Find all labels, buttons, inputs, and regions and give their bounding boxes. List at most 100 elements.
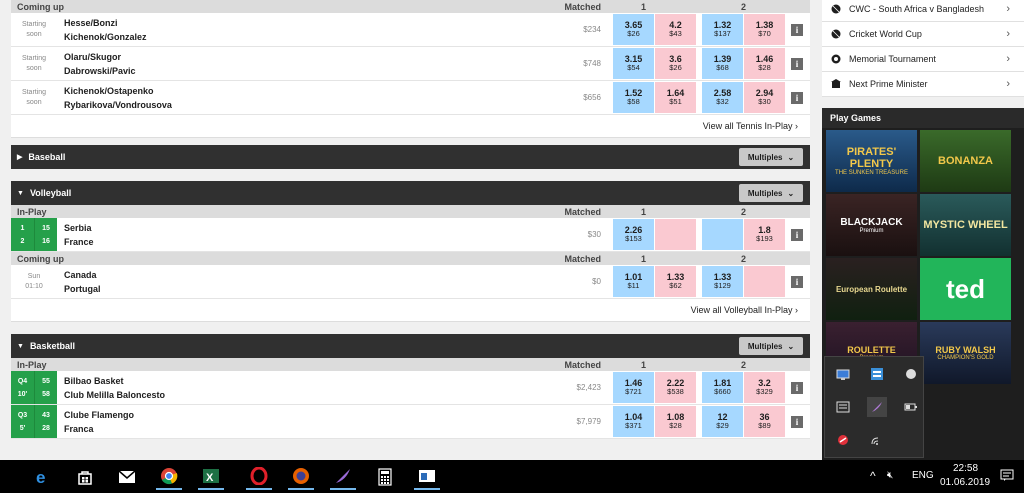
feather-app-icon[interactable] — [867, 397, 887, 417]
back-odds-cell[interactable]: 3.15 $54 — [613, 48, 654, 79]
away-team[interactable]: Portugal — [64, 282, 101, 296]
home-team[interactable]: Serbia — [64, 221, 94, 235]
back-odds-cell[interactable]: 1.46 $721 — [613, 372, 654, 403]
back-odds-cell[interactable]: 1.32 $137 — [702, 14, 743, 45]
sidebar-item-1[interactable]: Cricket World Cup › — [822, 22, 1024, 47]
back-odds-cell[interactable]: 1.81 $660 — [702, 372, 743, 403]
view-all-tennis-label[interactable]: View all Tennis In-Play › — [703, 121, 798, 131]
home-team[interactable]: Kichenok/Ostapenko — [64, 84, 172, 98]
speaker-muted-icon[interactable]: 🔇︎ — [887, 470, 893, 481]
back-odds-cell[interactable]: 3.65 $26 — [613, 14, 654, 45]
edge-icon[interactable]: e — [30, 464, 56, 490]
clock-date[interactable]: 01.06.2019 — [940, 477, 990, 488]
away-team[interactable]: Club Melilla Baloncesto — [64, 388, 165, 402]
home-team[interactable]: Olaru/Skugor — [64, 50, 136, 64]
lay-odds-cell[interactable]: 2.94 $30 — [744, 82, 785, 113]
back-odds-cell[interactable]: 1.04 $371 — [613, 406, 654, 437]
feather-icon[interactable] — [330, 464, 356, 490]
notification-icon[interactable] — [1000, 468, 1014, 485]
multiples-button[interactable]: Multiples ⌄ — [739, 184, 803, 202]
lay-odds-cell[interactable]: 1.64 $51 — [655, 82, 696, 113]
event-row[interactable]: 1 2 15 16 Serbia France $30 2.26 $153 1.8 $193 i — [11, 218, 810, 252]
clock-time[interactable]: 22:58 — [953, 463, 978, 474]
lay-odds-cell[interactable]: 3.6 $26 — [655, 48, 696, 79]
game-tile[interactable]: BLACKJACK Premium — [826, 194, 917, 256]
window-app-icon[interactable] — [414, 464, 440, 490]
volleyball-section-header[interactable]: ▼ Volleyball Multiples ⌄ — [11, 181, 810, 205]
home-team[interactable]: Bilbao Basket — [64, 374, 165, 388]
lay-odds-cell[interactable] — [655, 219, 696, 250]
info-icon[interactable]: i — [791, 382, 803, 394]
multiples-button[interactable]: Multiples ⌄ — [739, 337, 803, 355]
away-team[interactable]: Kichenok/Gonzalez — [64, 30, 147, 44]
event-row[interactable]: Sun 01:10 Canada Portugal $0 1.01 $11 1.33 $62 1.… — [11, 265, 810, 299]
battery-icon[interactable] — [903, 400, 919, 414]
view-all-volleyball-label[interactable]: View all Volleyball In-Play › — [691, 305, 798, 315]
lay-odds-cell[interactable]: 1.8 $193 — [744, 219, 785, 250]
info-icon[interactable]: i — [791, 416, 803, 428]
home-team[interactable]: Clube Flamengo — [64, 408, 134, 422]
back-odds-cell[interactable]: 2.26 $153 — [613, 219, 654, 250]
view-all-volleyball-link[interactable]: View all Volleyball In-Play › — [11, 299, 810, 322]
monitor-icon[interactable] — [835, 368, 851, 382]
info-icon[interactable]: i — [791, 58, 803, 70]
event-row[interactable]: Q3 5' 43 28 Clube Flamengo Franca $7,979 1.04 $3… — [11, 405, 810, 439]
lay-odds-cell[interactable]: 36 $89 — [744, 406, 785, 437]
game-tile[interactable]: MYSTIC WHEEL — [920, 194, 1011, 256]
chevron-up-icon[interactable]: ^ — [870, 469, 876, 483]
lay-odds-cell[interactable]: 2.22 $538 — [655, 372, 696, 403]
away-team[interactable]: Dabrowski/Pavic — [64, 64, 136, 78]
back-odds-cell[interactable]: 1.33 $129 — [702, 266, 743, 297]
event-teams[interactable]: Serbia France — [64, 221, 94, 249]
sidebar-item-2[interactable]: Memorial Tournament › — [822, 47, 1024, 72]
event-row[interactable]: Q4 10' 55 58 Bilbao Basket Club Melilla Balon… — [11, 371, 810, 405]
baseball-section-header[interactable]: ▶ Baseball Multiples ⌄ — [11, 145, 810, 169]
game-tile[interactable]: RUBY WALSH CHAMPION'S GOLD — [920, 322, 1011, 384]
event-row[interactable]: Starting soon Kichenok/Ostapenko Rybarikova… — [11, 81, 810, 115]
info-icon[interactable]: i — [791, 92, 803, 104]
lay-odds-cell[interactable]: 1.38 $70 — [744, 14, 785, 45]
lay-odds-cell[interactable] — [744, 266, 785, 297]
sidebar-item-0[interactable]: CWC - South Africa v Bangladesh › — [822, 0, 1024, 22]
store-icon[interactable] — [72, 464, 98, 490]
event-teams[interactable]: Bilbao Basket Club Melilla Baloncesto — [64, 374, 165, 402]
opera-gx-icon[interactable] — [835, 433, 851, 447]
game-tile[interactable]: PIRATES' PLENTY THE SUNKEN TREASURE — [826, 130, 917, 192]
app-tray-icon[interactable] — [869, 367, 885, 381]
event-teams[interactable]: Olaru/Skugor Dabrowski/Pavic — [64, 50, 136, 78]
chrome-icon[interactable] — [156, 464, 182, 490]
calculator-icon[interactable] — [372, 464, 398, 490]
language-indicator[interactable]: ENG — [912, 470, 934, 481]
away-team[interactable]: Franca — [64, 422, 134, 436]
firefox-icon[interactable] — [288, 464, 314, 490]
basketball-section-header[interactable]: ▼ Basketball Multiples ⌄ — [11, 334, 810, 358]
back-odds-cell[interactable]: 1.52 $58 — [613, 82, 654, 113]
mail-icon[interactable] — [114, 464, 140, 490]
away-team[interactable]: France — [64, 235, 94, 249]
event-teams[interactable]: Canada Portugal — [64, 268, 101, 296]
sidebar-item-3[interactable]: Next Prime Minister › — [822, 72, 1024, 97]
lay-odds-cell[interactable]: 1.33 $62 — [655, 266, 696, 297]
home-team[interactable]: Canada — [64, 268, 101, 282]
back-odds-cell[interactable]: 1.01 $11 — [613, 266, 654, 297]
lay-odds-cell[interactable]: 1.08 $28 — [655, 406, 696, 437]
back-odds-cell[interactable]: 12 $29 — [702, 406, 743, 437]
event-teams[interactable]: Clube Flamengo Franca — [64, 408, 134, 436]
event-teams[interactable]: Hesse/Bonzi Kichenok/Gonzalez — [64, 16, 147, 44]
back-odds-cell[interactable]: 1.39 $68 — [702, 48, 743, 79]
start-button[interactable] — [0, 464, 14, 490]
info-icon[interactable]: i — [791, 24, 803, 36]
home-team[interactable]: Hesse/Bonzi — [64, 16, 147, 30]
info-icon[interactable]: i — [791, 229, 803, 241]
away-team[interactable]: Rybarikova/Vondrousova — [64, 98, 172, 112]
info-icon[interactable]: i — [791, 276, 803, 288]
circle-icon[interactable] — [903, 367, 919, 381]
back-odds-cell[interactable]: 2.58 $32 — [702, 82, 743, 113]
event-teams[interactable]: Kichenok/Ostapenko Rybarikova/Vondrousova — [64, 84, 172, 112]
game-tile[interactable]: BONANZA — [920, 130, 1011, 192]
event-row[interactable]: Starting soon Olaru/Skugor Dabrowski/Pavic $… — [11, 47, 810, 81]
lay-odds-cell[interactable]: 1.46 $28 — [744, 48, 785, 79]
game-tile[interactable]: ted — [920, 258, 1011, 320]
keyboard-icon[interactable] — [835, 400, 851, 414]
view-all-tennis-link[interactable]: View all Tennis In-Play › — [11, 115, 810, 138]
